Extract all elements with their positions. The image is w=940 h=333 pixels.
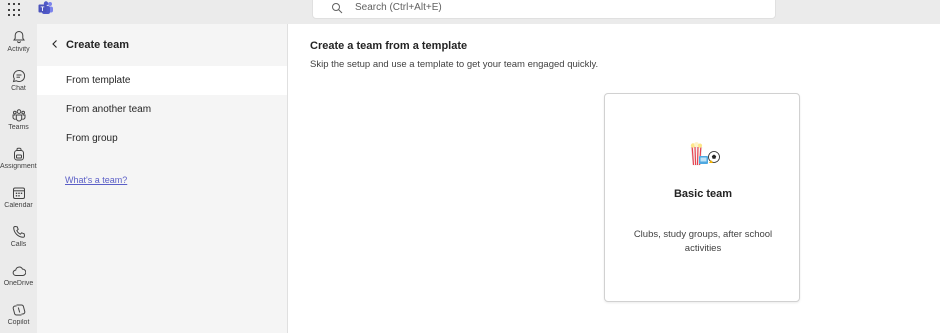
svg-text:T: T <box>41 7 45 13</box>
rail-item-activity[interactable]: Activity <box>0 26 37 64</box>
rail-item-teams[interactable]: Teams <box>0 104 37 142</box>
page-subtitle: Skip the setup and use a template to get… <box>310 59 599 70</box>
panel-title: Create team <box>66 39 129 51</box>
bell-icon <box>12 30 25 44</box>
rail-item-chat[interactable]: Chat <box>0 65 37 103</box>
title-bar: T Search (Ctrl+Alt+E) <box>0 0 940 24</box>
teams-logo-icon: T <box>38 1 53 14</box>
main-content: Create a team from a template Skip the s… <box>288 24 940 333</box>
rail-label-copilot: Copilot <box>7 319 30 326</box>
phone-icon <box>12 226 25 238</box>
card-description: Clubs, study groups, after school activi… <box>633 229 773 254</box>
whats-a-team-link[interactable]: What's a team? <box>65 175 127 185</box>
rail-label-chat: Chat <box>11 85 26 92</box>
chat-icon <box>12 69 25 83</box>
rail-label-teams: Teams <box>8 124 29 131</box>
panel-item-from-template[interactable]: From template <box>37 66 287 95</box>
page-title: Create a team from a template <box>310 40 468 52</box>
rail-label-assignments: Assignments <box>0 163 37 170</box>
rail-item-assignments[interactable]: Assignments <box>0 143 37 181</box>
rail-item-calendar[interactable]: Calendar <box>0 182 37 220</box>
teams-icon <box>12 109 25 122</box>
app-rail: Activity Chat Teams Assignments Calendar… <box>0 24 37 333</box>
backpack-icon <box>13 147 24 161</box>
rail-item-calls[interactable]: Calls <box>0 221 37 259</box>
copilot-icon <box>12 304 25 316</box>
search-input[interactable]: Search (Ctrl+Alt+E) <box>312 0 776 19</box>
card-title: Basic team <box>673 188 733 200</box>
rail-label-activity: Activity <box>7 46 30 53</box>
search-placeholder: Search (Ctrl+Alt+E) <box>355 2 442 13</box>
create-team-panel: Create team From template From another t… <box>37 24 288 333</box>
panel-item-from-group[interactable]: From group <box>37 124 287 153</box>
rail-label-calls: Calls <box>10 241 27 248</box>
cloud-icon <box>12 266 26 276</box>
basic-team-card[interactable]: Basic team Clubs, study groups, after sc… <box>604 93 800 302</box>
basic-team-illustration-icon <box>690 142 720 166</box>
calendar-icon <box>12 187 25 199</box>
search-icon <box>332 3 343 14</box>
rail-label-calendar: Calendar <box>4 202 33 209</box>
rail-label-onedrive: OneDrive <box>3 280 34 287</box>
rail-item-copilot[interactable]: Copilot <box>0 299 37 333</box>
chevron-left-icon[interactable] <box>51 39 59 49</box>
panel-item-from-another-team[interactable]: From another team <box>37 95 287 124</box>
rail-item-onedrive[interactable]: OneDrive <box>0 260 37 298</box>
app-launcher-icon[interactable] <box>8 3 22 17</box>
